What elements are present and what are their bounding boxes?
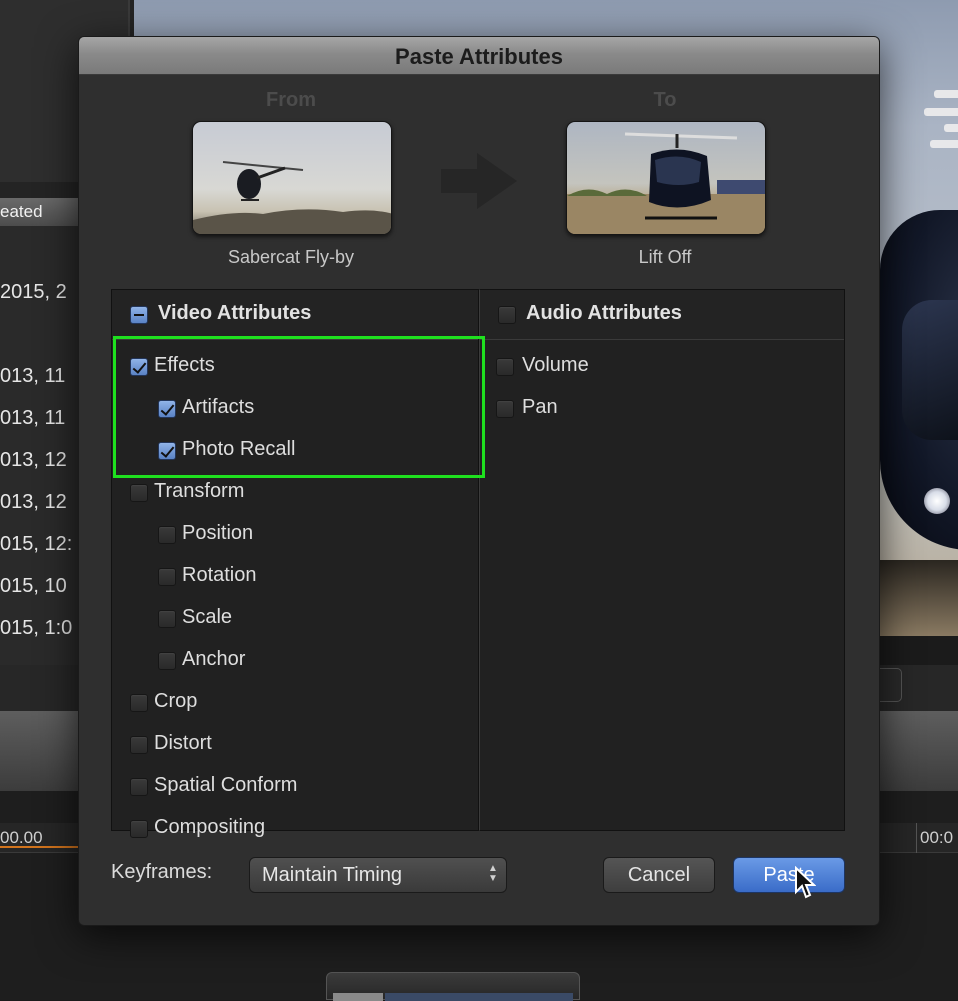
video-attributes-checkbox[interactable] [130, 306, 148, 324]
to-clip-thumbnail [566, 121, 766, 235]
arrow-right-icon [441, 153, 517, 209]
updown-arrows-icon: ▲ ▼ [488, 863, 498, 884]
anchor-label[interactable]: Anchor [182, 648, 245, 671]
transform-label[interactable]: Transform [154, 480, 244, 503]
audio-attributes-header: Audio Attributes [480, 290, 844, 340]
paste-attributes-dialog: Paste Attributes From To Sabercat Fly-by… [78, 36, 880, 926]
volume-label[interactable]: Volume [522, 354, 589, 377]
rotor-blades [914, 90, 958, 160]
playhead-line [0, 846, 78, 848]
pan-checkbox[interactable] [496, 400, 514, 418]
scale-label[interactable]: Scale [182, 606, 232, 629]
spatial-conform-label[interactable]: Spatial Conform [154, 774, 297, 797]
list-item-date[interactable]: 013, 11 [0, 355, 78, 397]
spatial-conform-checkbox[interactable] [130, 778, 148, 796]
from-clip-thumbnail [192, 121, 392, 235]
position-checkbox[interactable] [158, 526, 176, 544]
from-label: From [266, 89, 316, 111]
to-label: To [653, 89, 677, 111]
list-item-date[interactable]: 015, 12: [0, 523, 78, 565]
artifacts-checkbox[interactable] [158, 400, 176, 418]
list-item-date[interactable]: 015, 10 [0, 565, 78, 607]
ground [880, 560, 958, 636]
keyframes-popup[interactable]: Maintain Timing ▲ ▼ [249, 857, 507, 893]
compositing-checkbox[interactable] [130, 820, 148, 838]
audio-attributes-panel: Audio Attributes Volume Pan [479, 289, 845, 831]
rotation-label[interactable]: Rotation [182, 564, 257, 587]
list-item-date[interactable]: 013, 12 [0, 481, 78, 523]
video-attributes-header: Video Attributes [112, 290, 478, 340]
keyframes-popup-value: Maintain Timing [262, 864, 403, 886]
timeline-timecode: 00:0 [916, 823, 958, 853]
scale-checkbox[interactable] [158, 610, 176, 628]
browser-list: 2015, 2 013, 11 013, 11 013, 12 013, 12 … [0, 226, 78, 666]
column-header-date-created[interactable]: eated [0, 198, 78, 226]
distort-label[interactable]: Distort [154, 732, 212, 755]
distort-checkbox[interactable] [130, 736, 148, 754]
video-attributes-panel: Video Attributes Effects Artifacts Photo… [111, 289, 479, 838]
pan-label[interactable]: Pan [522, 396, 558, 419]
compositing-label[interactable]: Compositing [154, 816, 265, 839]
cancel-button[interactable]: Cancel [603, 857, 715, 893]
crop-checkbox[interactable] [130, 694, 148, 712]
transform-checkbox[interactable] [130, 484, 148, 502]
rotation-checkbox[interactable] [158, 568, 176, 586]
from-clip-name: Sabercat Fly-by [227, 247, 355, 267]
list-item-date[interactable]: 015, 1:0 [0, 607, 78, 649]
audio-attributes-title: Audio Attributes [526, 302, 682, 324]
photo-recall-label[interactable]: Photo Recall [182, 438, 295, 461]
crop-label[interactable]: Crop [154, 690, 197, 713]
helicopter-landing-icon [567, 132, 765, 234]
mouse-cursor-icon [795, 866, 816, 899]
dialog-title: Paste Attributes [395, 44, 563, 69]
anchor-checkbox[interactable] [158, 652, 176, 670]
video-attributes-title: Video Attributes [158, 302, 312, 324]
to-clip-name: Lift Off [638, 247, 692, 267]
list-item-date[interactable]: 013, 11 [0, 397, 78, 439]
list-item-date[interactable]: 013, 12 [0, 439, 78, 481]
volume-checkbox[interactable] [496, 358, 514, 376]
paste-button[interactable]: Paste [733, 857, 845, 893]
photo-recall-checkbox[interactable] [158, 442, 176, 460]
list-item-date[interactable]: 2015, 2 [0, 271, 78, 313]
helicopter-light [924, 488, 950, 514]
timeline-timecode: 00.00 [0, 828, 43, 847]
timeline-control[interactable] [326, 972, 580, 1001]
helicopter-cockpit [902, 300, 958, 440]
position-label[interactable]: Position [182, 522, 253, 545]
keyframes-label: Keyframes: [111, 861, 213, 883]
effects-checkbox[interactable] [130, 358, 148, 376]
effects-label[interactable]: Effects [154, 354, 215, 377]
artifacts-label[interactable]: Artifacts [182, 396, 254, 419]
audio-attributes-checkbox[interactable] [498, 306, 516, 324]
helicopter-silhouette-icon [193, 161, 391, 234]
